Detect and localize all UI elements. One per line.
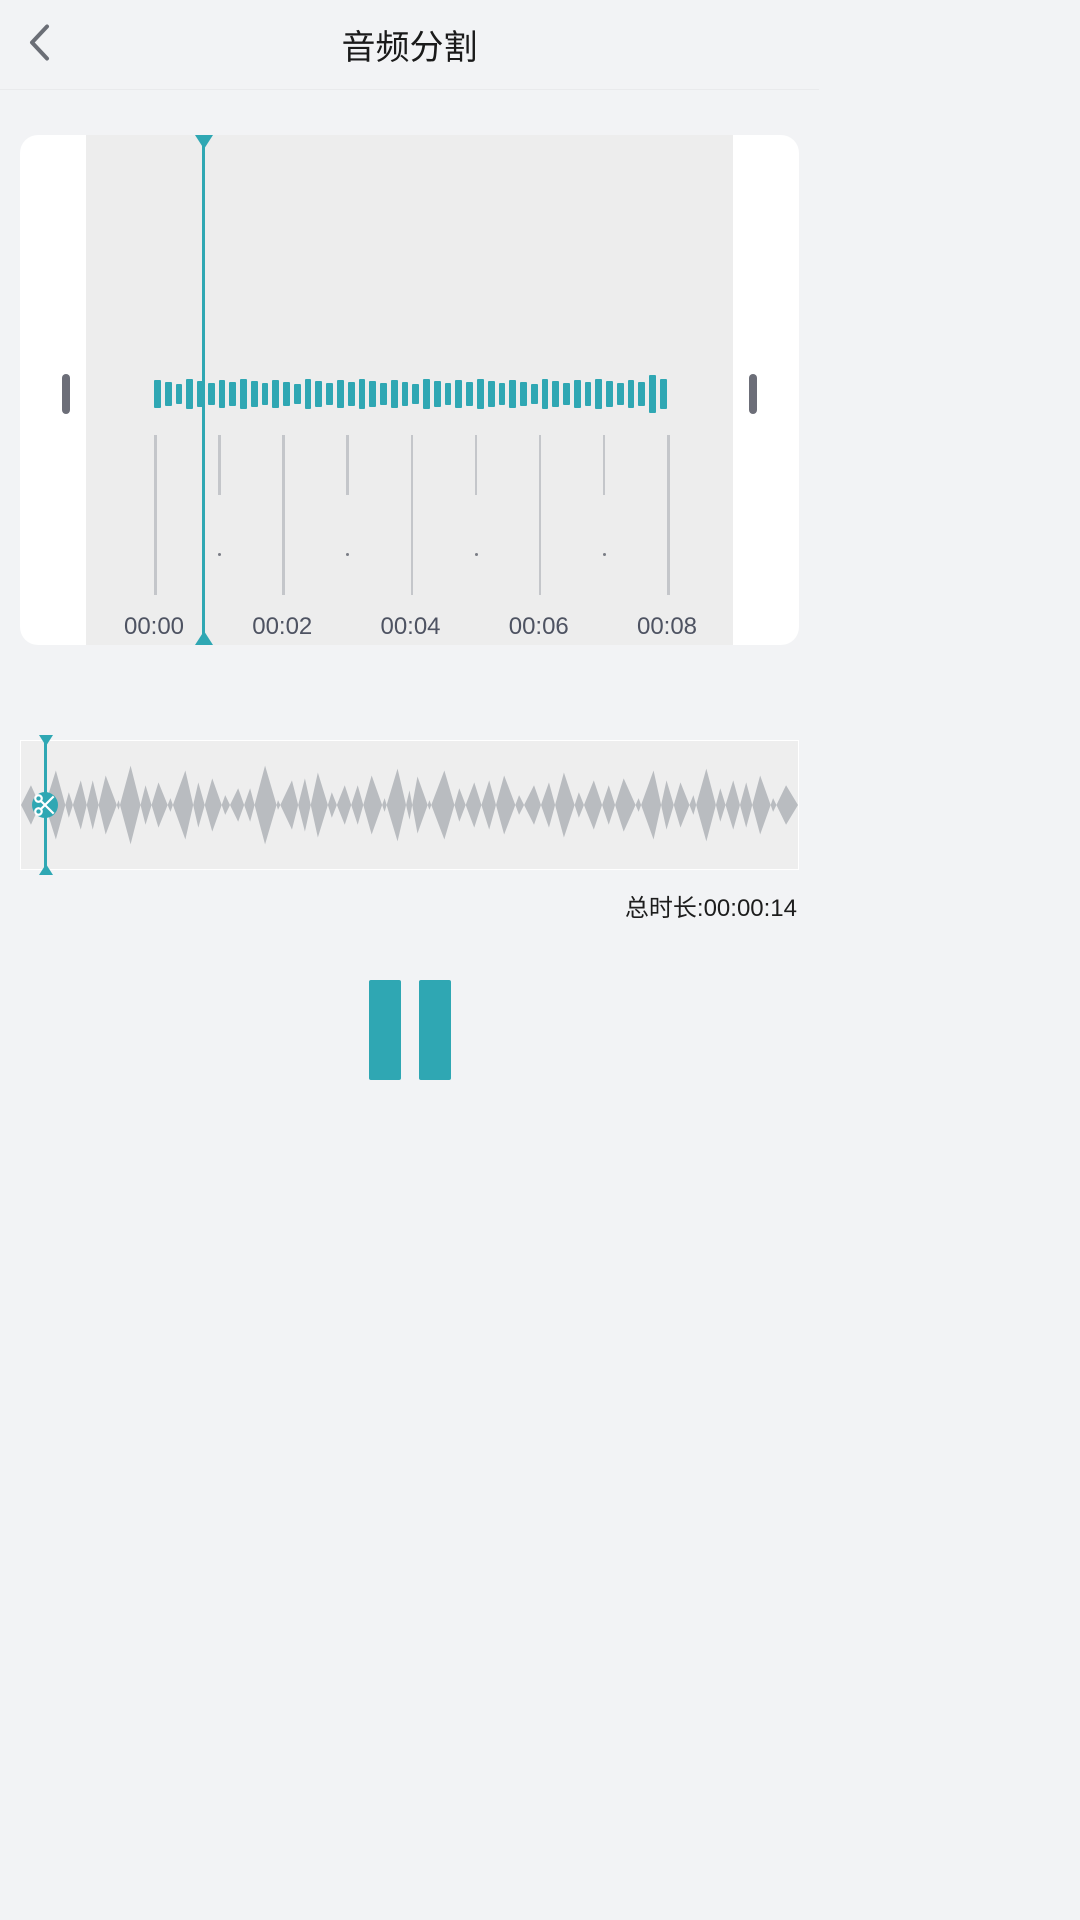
waveform-tick <box>509 380 516 408</box>
ruler-dot <box>475 553 478 556</box>
waveform-tick <box>423 379 430 409</box>
scissors-badge[interactable] <box>32 792 58 818</box>
waveform-tick <box>638 382 645 406</box>
trim-handle-start[interactable] <box>62 374 70 414</box>
trim-handle-end[interactable] <box>749 374 757 414</box>
waveform-tick <box>628 380 635 408</box>
waveform-tick <box>359 379 366 409</box>
waveform-tick <box>574 380 581 408</box>
time-ruler <box>154 435 667 605</box>
waveform-tick <box>595 379 602 409</box>
waveform-overview[interactable] <box>20 740 799 870</box>
ruler-tick <box>475 435 478 495</box>
pause-icon <box>369 980 401 1080</box>
waveform-tick <box>380 383 387 405</box>
waveform-tick <box>348 382 355 406</box>
waveform-tick <box>294 384 301 404</box>
ruler-dot <box>218 553 221 556</box>
waveform-tick <box>369 381 376 407</box>
waveform-tick <box>499 383 506 405</box>
time-label: 00:04 <box>380 613 440 641</box>
ruler-tick <box>411 435 414 595</box>
playhead[interactable] <box>202 135 205 645</box>
waveform-tick <box>542 379 549 409</box>
header: 音频分割 <box>0 0 819 90</box>
waveform-tick <box>606 381 613 407</box>
waveform-tick <box>283 382 290 406</box>
time-label: 00:06 <box>509 613 569 641</box>
waveform-tick <box>176 384 183 404</box>
waveform-tick <box>262 383 269 405</box>
waveform-tick <box>455 380 462 408</box>
waveform-tick <box>337 380 344 408</box>
waveform-tick <box>315 381 322 407</box>
waveform-icon <box>21 741 798 869</box>
chevron-left-icon <box>28 23 50 61</box>
waveform-tick <box>552 381 559 407</box>
waveform-tick <box>186 379 193 409</box>
waveform-tick <box>240 379 247 409</box>
waveform-tick <box>477 379 484 409</box>
ruler-tick <box>218 435 221 495</box>
ruler-tick <box>667 435 670 595</box>
waveform-tick <box>402 382 409 406</box>
waveform-tick <box>391 380 398 408</box>
ruler-tick <box>154 435 157 595</box>
waveform-tick <box>434 381 441 407</box>
waveform-tick <box>466 382 473 406</box>
waveform-tick <box>326 383 333 405</box>
time-label: 00:08 <box>637 613 697 641</box>
duration-value: 00:00:14 <box>704 895 797 922</box>
duration-label: 总时长: <box>625 895 704 922</box>
waveform-tick <box>154 380 161 408</box>
waveform-tick <box>305 379 312 409</box>
waveform-tick <box>585 382 592 406</box>
ruler-dot <box>346 553 349 556</box>
waveform-segments <box>154 375 667 413</box>
ruler-tick <box>346 435 349 495</box>
ruler-tick <box>539 435 542 595</box>
waveform-tick <box>617 383 624 405</box>
waveform-tick <box>660 379 667 409</box>
waveform-tick <box>563 383 570 405</box>
waveform-tick <box>445 383 452 405</box>
waveform-tick <box>272 380 279 408</box>
waveform-tick <box>229 382 236 406</box>
page-title: 音频分割 <box>342 20 478 69</box>
waveform-tick <box>488 381 495 407</box>
pause-button[interactable] <box>369 980 451 1080</box>
time-label: 00:00 <box>124 613 184 641</box>
ruler-dot <box>603 553 606 556</box>
timeline-track[interactable]: 00:00 00:02 00:04 00:06 00:08 <box>86 135 733 645</box>
waveform-tick <box>412 384 419 404</box>
total-duration: 总时长:00:00:14 <box>625 888 797 923</box>
timeline-panel: 00:00 00:02 00:04 00:06 00:08 <box>20 135 799 645</box>
waveform-tick <box>531 384 538 404</box>
pause-icon <box>419 980 451 1080</box>
ruler-tick <box>282 435 285 595</box>
ruler-tick <box>603 435 606 495</box>
waveform-tick <box>649 375 656 413</box>
back-button[interactable] <box>28 23 50 66</box>
waveform-tick <box>165 382 172 406</box>
waveform-tick <box>219 380 226 408</box>
waveform-tick <box>208 383 215 405</box>
waveform-tick <box>520 382 527 406</box>
waveform-tick <box>251 381 258 407</box>
scissors-icon <box>32 792 58 818</box>
time-label: 00:02 <box>252 613 312 641</box>
